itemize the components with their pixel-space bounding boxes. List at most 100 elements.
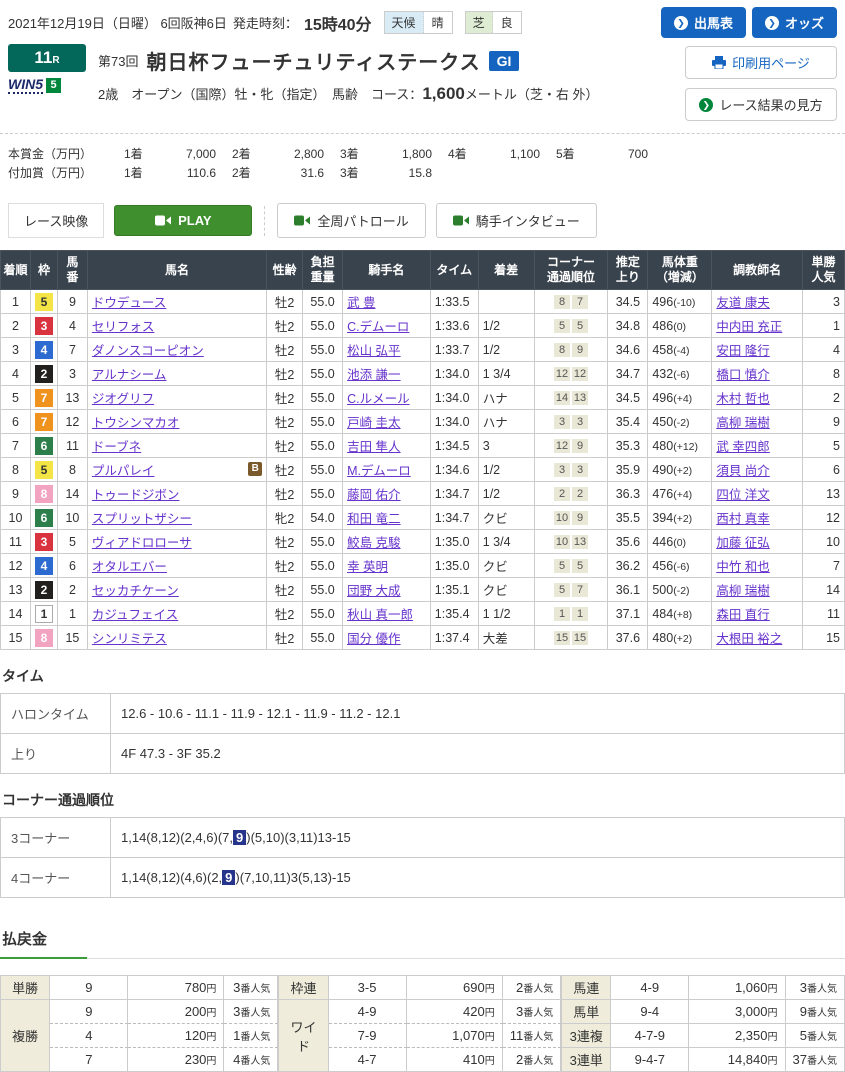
horse-name-link[interactable]: トゥードジボン bbox=[92, 488, 180, 502]
body-weight: 458 bbox=[652, 343, 673, 357]
result-guide-button[interactable]: ❯ レース結果の見方 bbox=[685, 88, 837, 121]
trainer-link[interactable]: 高柳 瑞樹 bbox=[716, 584, 769, 598]
entry-table-button[interactable]: ❯ 出馬表 bbox=[661, 7, 746, 38]
horse-name-cell: ジオグリフ bbox=[87, 386, 266, 410]
popularity-unit: 番人気 bbox=[240, 984, 270, 995]
results-column-header: 馬体重 （増減） bbox=[648, 251, 712, 290]
payout-amount: 14,840円 bbox=[689, 1048, 785, 1072]
frame-cell: 3 bbox=[30, 314, 57, 338]
corner-row-value: 1,14(8,12)(4,6)(2,9)(7,10,11)3(5,13)-15 bbox=[111, 858, 845, 898]
trainer-link[interactable]: 木村 哲也 bbox=[716, 392, 769, 406]
jockey-link[interactable]: 戸崎 圭太 bbox=[347, 416, 400, 430]
trainer-link[interactable]: 中竹 和也 bbox=[716, 560, 769, 574]
trainer-link[interactable]: 四位 洋文 bbox=[716, 488, 769, 502]
prize-rank-label: 1着 bbox=[124, 164, 160, 181]
jockey-link[interactable]: 吉田 隼人 bbox=[347, 440, 400, 454]
trainer-link[interactable]: 友道 康夫 bbox=[716, 296, 769, 310]
payout-amount-value: 200 bbox=[185, 1004, 207, 1019]
horse-name-link[interactable]: ヴィアドロローサ bbox=[92, 536, 192, 550]
jockey-link[interactable]: 鮫島 克駿 bbox=[347, 536, 400, 550]
body-weight: 480 bbox=[652, 439, 673, 453]
corner-position: 9 bbox=[572, 511, 588, 525]
body-weight: 480 bbox=[652, 631, 673, 645]
horse-name-link[interactable]: スプリットザシー bbox=[92, 512, 192, 526]
bet-type-label: 複勝 bbox=[1, 1000, 50, 1072]
horse-name-link[interactable]: ドーブネ bbox=[92, 440, 141, 454]
horse-name-link[interactable]: ダノンスコーピオン bbox=[92, 344, 204, 358]
jockey-link[interactable]: 国分 優作 bbox=[347, 632, 400, 646]
play-button[interactable]: PLAY bbox=[114, 205, 252, 236]
frame-number: 5 bbox=[35, 293, 53, 311]
horse-name-link[interactable]: セッカチケーン bbox=[92, 584, 179, 598]
payout-popularity-value: 3 bbox=[233, 980, 240, 995]
jockey-link[interactable]: 団野 大成 bbox=[347, 584, 400, 598]
patrol-video-button[interactable]: 全周パトロール bbox=[277, 203, 425, 238]
trainer-link[interactable]: 須貝 尚介 bbox=[716, 464, 769, 478]
payout-combination: 4-7-9 bbox=[611, 1024, 689, 1048]
jockey-link[interactable]: 秋山 真一郎 bbox=[347, 608, 413, 622]
sex-age: 牡2 bbox=[267, 386, 303, 410]
horse-name-link[interactable]: ドウデュース bbox=[92, 296, 166, 310]
blinker-badge: B bbox=[248, 462, 262, 476]
horse-number: 15 bbox=[57, 626, 87, 650]
jockey-link[interactable]: 幸 英明 bbox=[347, 560, 388, 574]
trainer-link[interactable]: 安田 隆行 bbox=[716, 344, 769, 358]
jockey-link[interactable]: 藤岡 佑介 bbox=[347, 488, 400, 502]
table-row: 5713ジオグリフ牡255.0C.ルメール1:34.0ハナ141334.5496… bbox=[1, 386, 845, 410]
frame-number: 7 bbox=[35, 389, 53, 407]
trainer-link[interactable]: 橋口 慎介 bbox=[716, 368, 769, 382]
jockey-link[interactable]: C.ルメール bbox=[347, 392, 410, 406]
trainer-link[interactable]: 大根田 裕之 bbox=[716, 632, 782, 646]
horse-name-link[interactable]: カジュフェイス bbox=[92, 608, 178, 622]
body-weight-diff: (0) bbox=[673, 321, 686, 333]
body-weight: 490 bbox=[652, 463, 673, 477]
corner-order-cell: 33 bbox=[534, 458, 608, 482]
trainer-link[interactable]: 森田 直行 bbox=[716, 608, 769, 622]
sex-age: 牡2 bbox=[267, 578, 303, 602]
horse-name-link[interactable]: プルパレイ bbox=[92, 464, 155, 478]
jockey-link[interactable]: C.デムーロ bbox=[347, 320, 409, 334]
course-label: コース： bbox=[371, 87, 422, 102]
jockey-interview-button[interactable]: 騎手インタビュー bbox=[436, 203, 597, 238]
frame-number: 2 bbox=[35, 365, 53, 383]
table-row: 9814トゥードジボン牡255.0藤岡 佑介1:34.71/22236.3476… bbox=[1, 482, 845, 506]
trainer-link[interactable]: 武 幸四郎 bbox=[716, 440, 769, 454]
horse-name-link[interactable]: オタルエバー bbox=[92, 560, 167, 574]
payout-popularity: 4番人気 bbox=[224, 1048, 278, 1072]
horse-number: 6 bbox=[57, 554, 87, 578]
trainer-link[interactable]: 加藤 征弘 bbox=[716, 536, 769, 550]
body-weight-cell: 394(+2) bbox=[648, 506, 712, 530]
trainer-link[interactable]: 西村 真幸 bbox=[716, 512, 769, 526]
jockey-link[interactable]: 池添 謙一 bbox=[347, 368, 400, 382]
jockey-link[interactable]: 松山 弘平 bbox=[347, 344, 400, 358]
body-weight: 484 bbox=[652, 607, 673, 621]
trainer-cell: 西村 真幸 bbox=[712, 506, 803, 530]
payout-popularity-value: 11 bbox=[510, 1028, 524, 1043]
jockey-cell: 国分 優作 bbox=[343, 626, 431, 650]
prize-amount: 31.6 bbox=[268, 166, 324, 180]
trainer-cell: 安田 隆行 bbox=[712, 338, 803, 362]
horse-name-link[interactable]: アルナシーム bbox=[92, 368, 167, 382]
body-weight: 476 bbox=[652, 487, 673, 501]
frame-cell: 3 bbox=[30, 530, 57, 554]
horse-name-link[interactable]: セリフォス bbox=[92, 320, 155, 334]
horse-name-cell: セリフォス bbox=[87, 314, 266, 338]
jockey-link[interactable]: 和田 竜二 bbox=[347, 512, 400, 526]
body-weight: 496 bbox=[652, 391, 673, 405]
sex-age: 牡2 bbox=[267, 434, 303, 458]
frame-number: 4 bbox=[35, 341, 53, 359]
finish-position: 9 bbox=[1, 482, 31, 506]
jockey-link[interactable]: M.デムーロ bbox=[347, 464, 411, 478]
jockey-link[interactable]: 武 豊 bbox=[347, 296, 375, 310]
margin: 1 3/4 bbox=[478, 530, 534, 554]
odds-button[interactable]: ❯ オッズ bbox=[752, 7, 837, 38]
print-page-button[interactable]: 印刷用ページ bbox=[685, 46, 837, 79]
horse-name-link[interactable]: シンリミテス bbox=[92, 632, 167, 646]
horse-name-link[interactable]: トウシンマカオ bbox=[92, 416, 180, 430]
trainer-link[interactable]: 中内田 充正 bbox=[716, 320, 782, 334]
trainer-link[interactable]: 高柳 瑞樹 bbox=[716, 416, 769, 430]
horse-name-link[interactable]: ジオグリフ bbox=[92, 392, 154, 406]
payout-amount: 200円 bbox=[128, 1000, 224, 1024]
trainer-cell: 加藤 征弘 bbox=[712, 530, 803, 554]
jockey-cell: 藤岡 佑介 bbox=[343, 482, 431, 506]
